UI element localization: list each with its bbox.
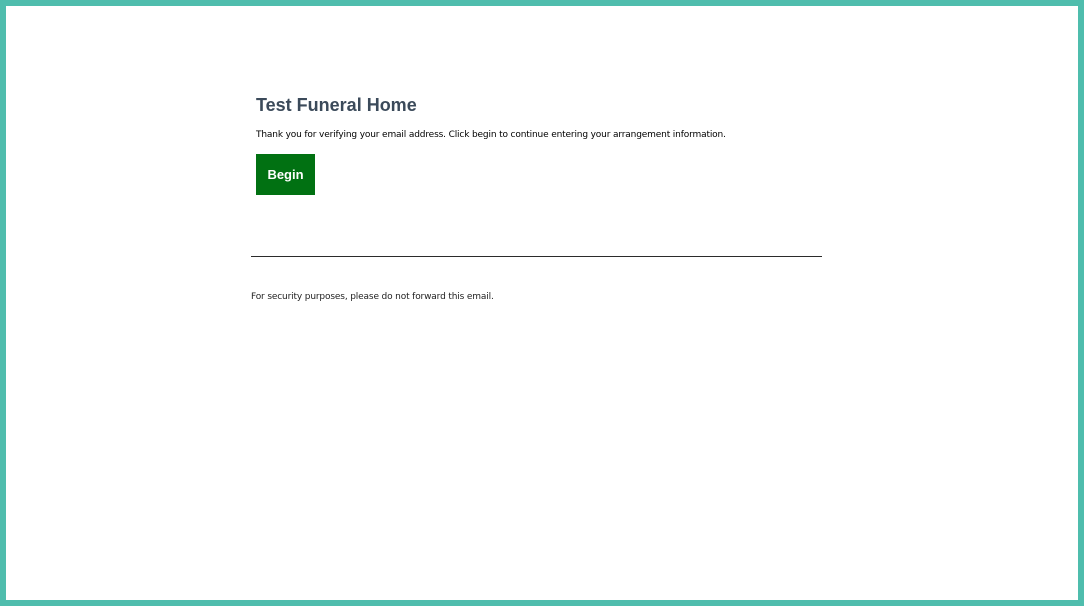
funeral-home-title: Test Funeral Home [256, 95, 417, 115]
email-content: Test Funeral Home Thank you for verifyin… [251, 86, 822, 195]
verification-message: Thank you for verifying your email addre… [256, 130, 726, 140]
email-preview-frame: Test Funeral Home Thank you for verifyin… [0, 0, 1084, 606]
email-body: Test Funeral Home Thank you for verifyin… [251, 86, 822, 303]
section-divider [251, 256, 822, 257]
security-note: For security purposes, please do not for… [251, 292, 494, 302]
begin-button[interactable]: Begin [256, 154, 315, 195]
